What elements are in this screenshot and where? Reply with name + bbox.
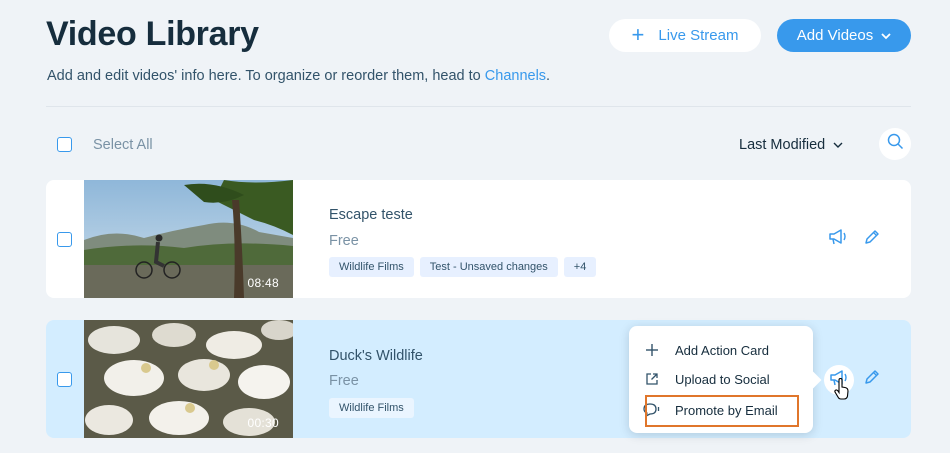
pencil-icon xyxy=(864,229,880,250)
search-button[interactable] xyxy=(879,128,911,160)
pencil-icon xyxy=(864,369,880,390)
menu-item-label: Upload to Social xyxy=(675,371,770,387)
video-price: Free xyxy=(329,373,359,389)
chevron-down-icon xyxy=(881,27,891,44)
edit-button[interactable] xyxy=(858,225,886,253)
promote-menu: Add Action Card Upload to Social Promote… xyxy=(629,326,813,433)
video-duration: 00:30 xyxy=(247,416,279,430)
external-link-icon xyxy=(643,370,661,388)
chevron-down-icon xyxy=(833,137,843,153)
sort-dropdown[interactable]: Last Modified xyxy=(739,137,843,153)
sort-label: Last Modified xyxy=(739,137,826,153)
menu-item-label: Add Action Card xyxy=(675,342,769,358)
video-duration: 08:48 xyxy=(247,276,279,290)
promote-button[interactable] xyxy=(824,225,852,253)
video-row[interactable]: 08:48 Escape teste Free Wildlife Films T… xyxy=(46,180,911,298)
highlight-box xyxy=(645,395,799,427)
live-stream-label: Live Stream xyxy=(658,27,739,44)
tag: Test - Unsaved changes xyxy=(419,257,558,277)
plus-icon xyxy=(643,341,661,359)
row-checkbox[interactable] xyxy=(57,372,72,387)
header-divider xyxy=(46,106,911,107)
video-price: Free xyxy=(329,233,359,249)
video-tags: Wildlife Films Test - Unsaved changes +4 xyxy=(329,257,597,277)
search-icon xyxy=(887,133,904,155)
add-videos-label: Add Videos xyxy=(796,27,874,44)
hand-cursor-icon xyxy=(834,377,850,405)
add-videos-button[interactable]: Add Videos xyxy=(777,19,911,52)
subtitle-text: Add and edit videos' info here. To organ… xyxy=(47,68,485,84)
tag: Wildlife Films xyxy=(329,398,414,418)
select-all-label: Select All xyxy=(93,137,153,153)
select-all-checkbox[interactable] xyxy=(57,137,72,152)
page-title: Video Library xyxy=(46,15,259,53)
video-thumbnail[interactable]: 08:48 xyxy=(84,180,293,298)
subtitle-suffix: . xyxy=(546,68,551,84)
tag-more[interactable]: +4 xyxy=(563,257,597,277)
menu-item-add-action-card[interactable]: Add Action Card xyxy=(643,339,769,361)
tag: Wildlife Films xyxy=(329,257,414,277)
row-checkbox[interactable] xyxy=(57,232,72,247)
video-thumbnail[interactable]: 00:30 xyxy=(84,320,293,438)
page-subtitle: Add and edit videos' info here. To organ… xyxy=(47,68,550,84)
plus-icon: + xyxy=(631,21,645,47)
video-tags: Wildlife Films xyxy=(329,398,414,418)
channels-link[interactable]: Channels xyxy=(485,68,546,84)
menu-item-upload-to-social[interactable]: Upload to Social xyxy=(643,368,770,390)
live-stream-button[interactable]: + Live Stream xyxy=(609,19,761,52)
megaphone-icon xyxy=(828,228,848,251)
video-title[interactable]: Escape teste xyxy=(329,207,413,223)
edit-button[interactable] xyxy=(858,365,886,393)
video-title[interactable]: Duck's Wildlife xyxy=(329,348,423,364)
